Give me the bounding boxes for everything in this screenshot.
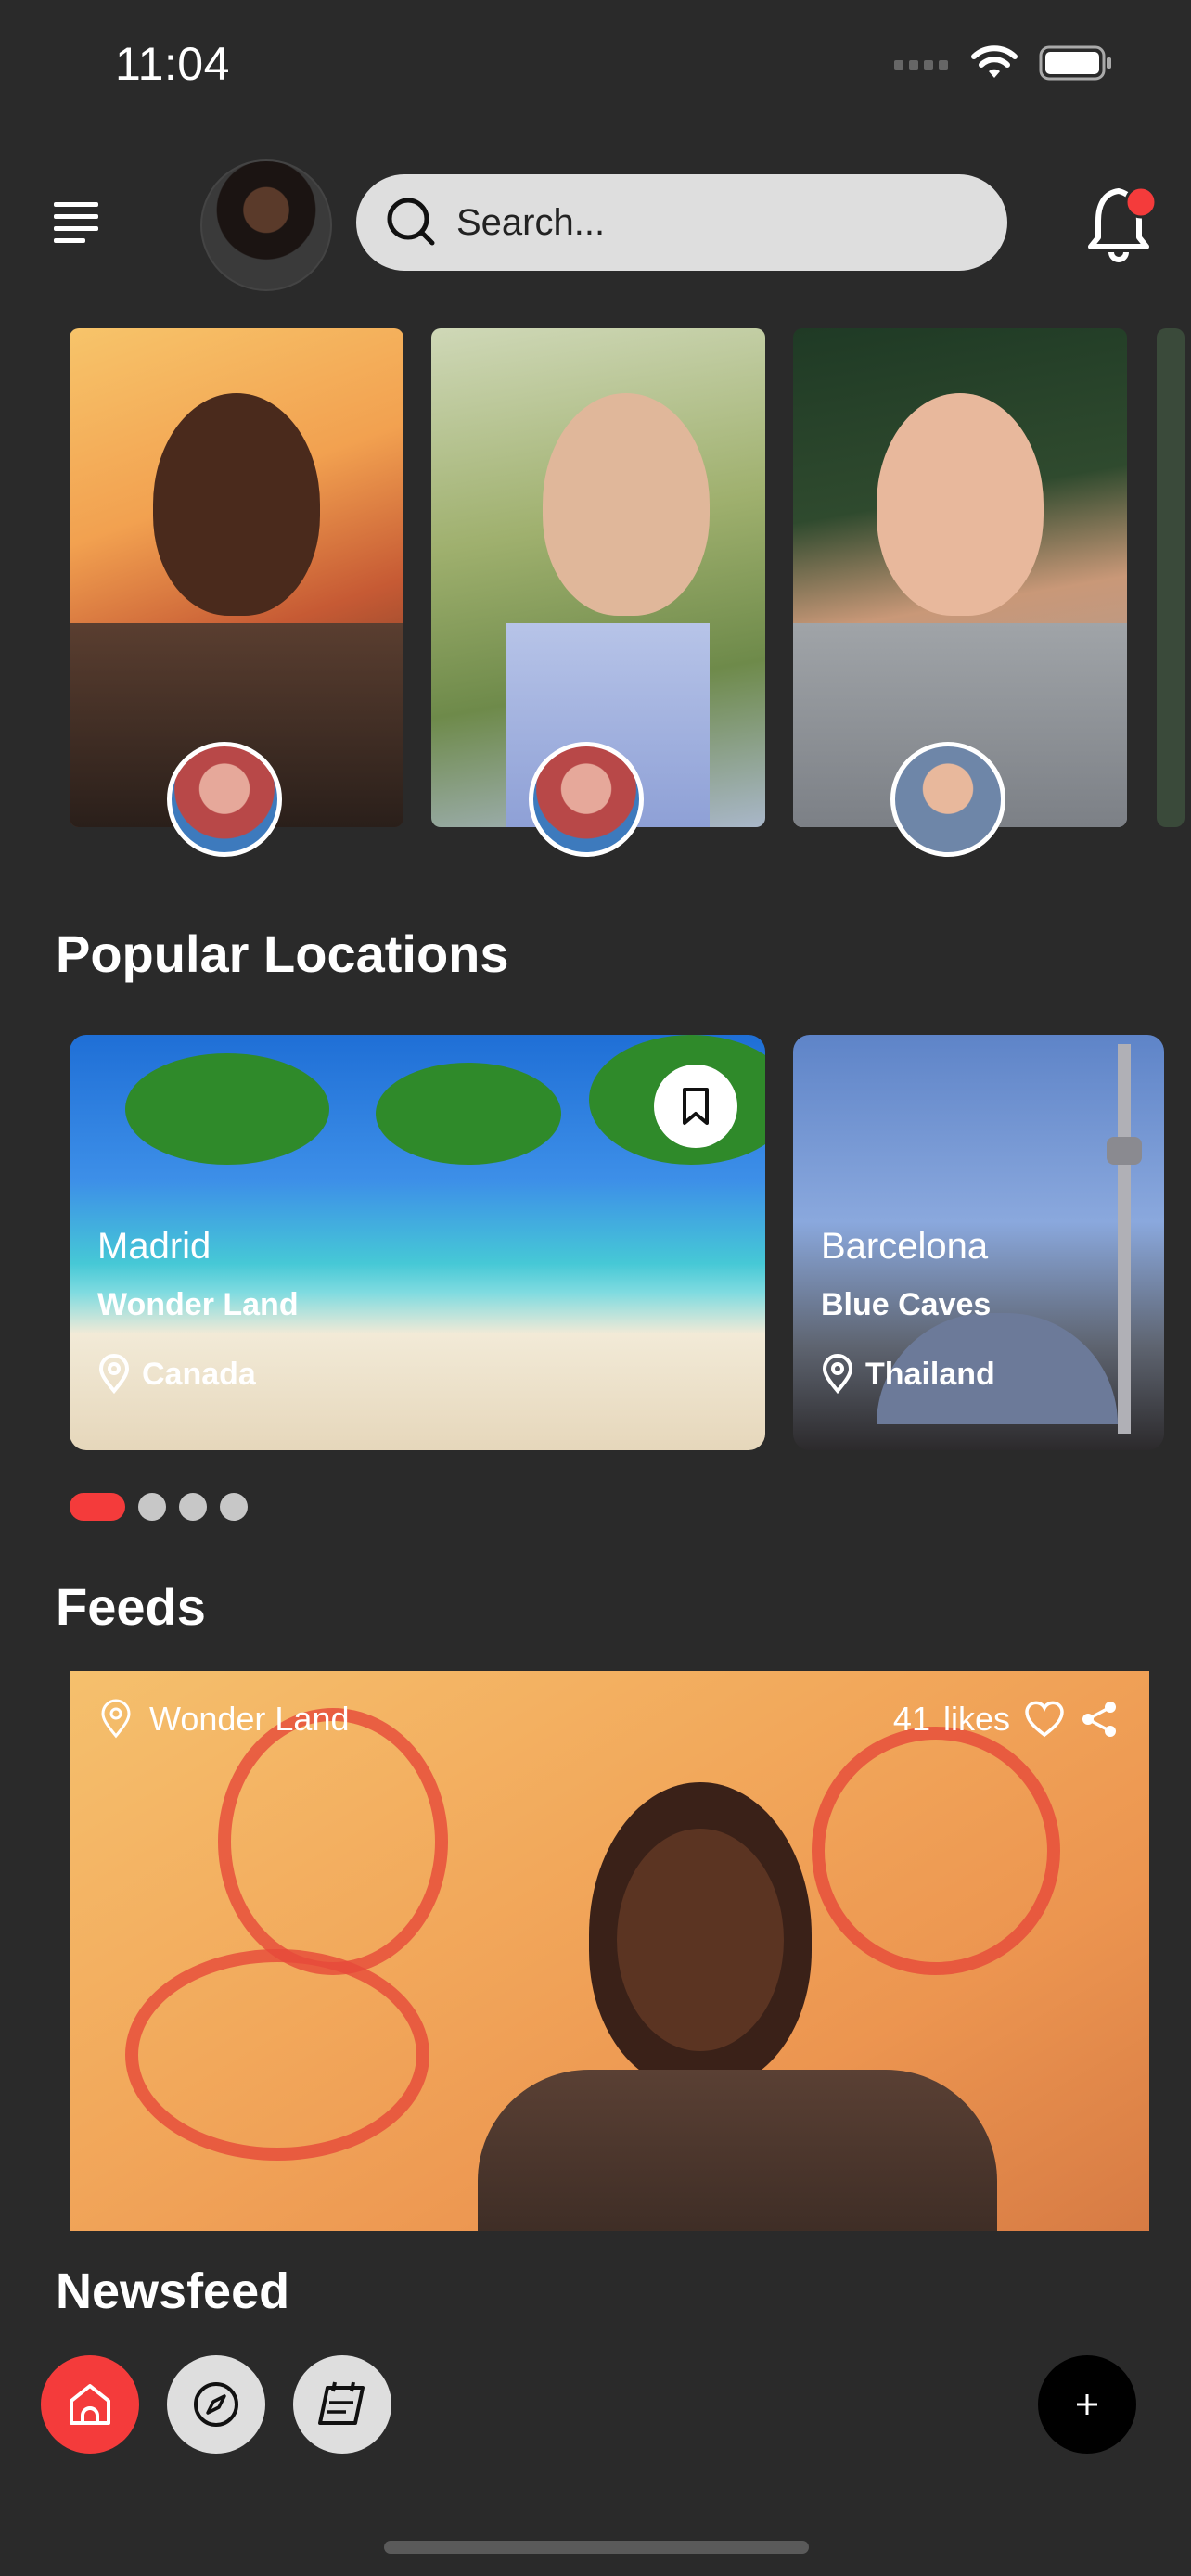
feed-actions: 41 likes (893, 1699, 1120, 1740)
status-icons (894, 45, 1113, 82)
location-place: Thailand (821, 1354, 995, 1395)
location-pin-icon (822, 1354, 853, 1395)
location-place-label: Canada (142, 1356, 256, 1392)
location-card[interactable]: Madrid Wonder Land Canada (70, 1035, 765, 1450)
story-card[interactable] (1157, 328, 1185, 827)
search-placeholder: Search... (456, 201, 606, 243)
bookmark-button[interactable] (654, 1065, 737, 1148)
location-place-label: Thailand (865, 1356, 995, 1392)
section-title-popular-locations: Popular Locations (56, 925, 509, 983)
search-icon (387, 198, 435, 246)
notifications-button[interactable] (1085, 182, 1159, 265)
likes-count: 41 (892, 1700, 930, 1738)
location-place: Canada (97, 1354, 256, 1395)
nav-explore-button[interactable] (167, 2355, 265, 2454)
battery-icon (1039, 45, 1111, 81)
location-title: Barcelona (821, 1226, 989, 1267)
status-time: 11:04 (115, 38, 230, 90)
story-user-avatar[interactable] (529, 742, 644, 857)
bookmark-icon (683, 1088, 709, 1125)
pager-dot[interactable] (138, 1493, 166, 1521)
signal-icon (894, 60, 948, 70)
add-post-button[interactable] (1038, 2355, 1136, 2454)
location-subtitle: Wonder Land (97, 1287, 299, 1322)
pager-dot[interactable] (70, 1493, 125, 1521)
calendar-icon (318, 2381, 365, 2425)
feed-location-label: Wonder Land (149, 1700, 350, 1738)
pager-dot[interactable] (220, 1493, 248, 1521)
feed-location: Wonder Land (99, 1699, 350, 1740)
location-pin-icon (101, 1699, 131, 1739)
heart-icon[interactable] (1023, 1700, 1066, 1739)
feed-card[interactable]: Wonder Land 41 likes (70, 1671, 1149, 2231)
menu-icon (54, 202, 98, 207)
location-title: Madrid (97, 1226, 211, 1267)
home-indicator (384, 2541, 809, 2554)
search-input[interactable]: Search... (356, 174, 1007, 271)
story-user-avatar[interactable] (167, 742, 282, 857)
nav-home-button[interactable] (41, 2355, 139, 2454)
share-icon[interactable] (1079, 1699, 1120, 1740)
section-title-feeds: Feeds (56, 1577, 206, 1636)
plus-icon (1077, 2394, 1097, 2415)
home-icon (70, 2384, 110, 2425)
likes-label: likes (942, 1700, 1010, 1738)
location-pin-icon (98, 1354, 130, 1395)
menu-button[interactable] (54, 202, 102, 243)
bell-icon (1088, 185, 1158, 262)
section-title-newsfeed: Newsfeed (56, 2264, 290, 2319)
nav-calendar-button[interactable] (293, 2355, 391, 2454)
compass-icon (194, 2382, 238, 2427)
pager-dot[interactable] (179, 1493, 207, 1521)
profile-avatar[interactable] (200, 159, 332, 291)
wifi-icon (971, 45, 1018, 78)
location-card[interactable]: Barcelona Blue Caves Thailand (793, 1035, 1164, 1450)
location-subtitle: Blue Caves (821, 1287, 992, 1322)
carousel-pager (70, 1493, 248, 1521)
story-user-avatar[interactable] (890, 742, 1005, 857)
